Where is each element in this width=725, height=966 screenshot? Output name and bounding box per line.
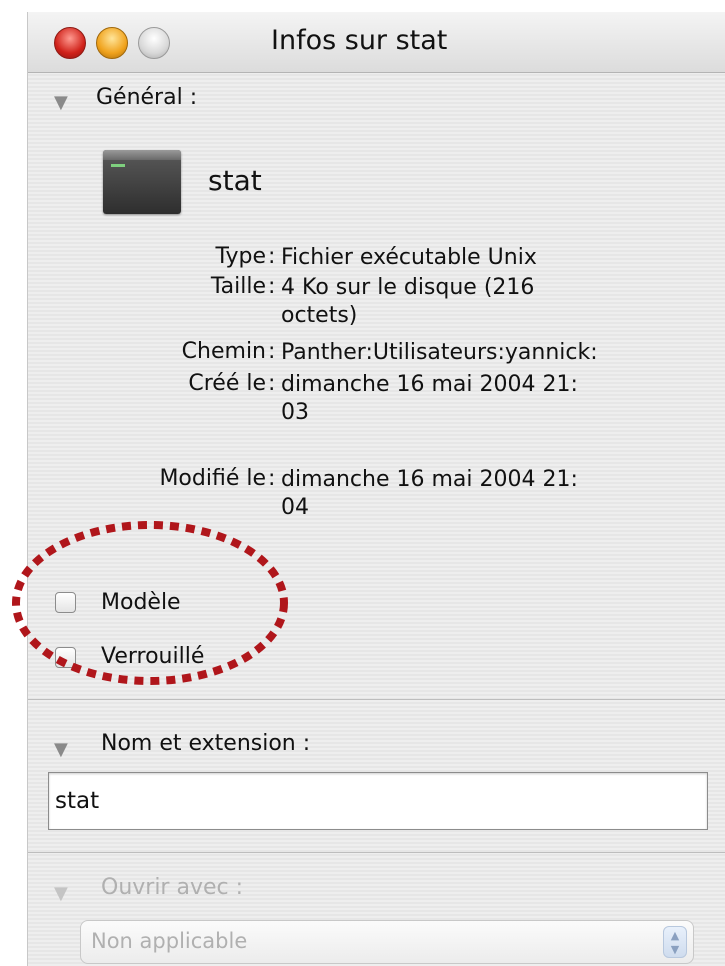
annotation-overlay xyxy=(12,521,288,685)
annotation-ellipse xyxy=(12,521,288,685)
